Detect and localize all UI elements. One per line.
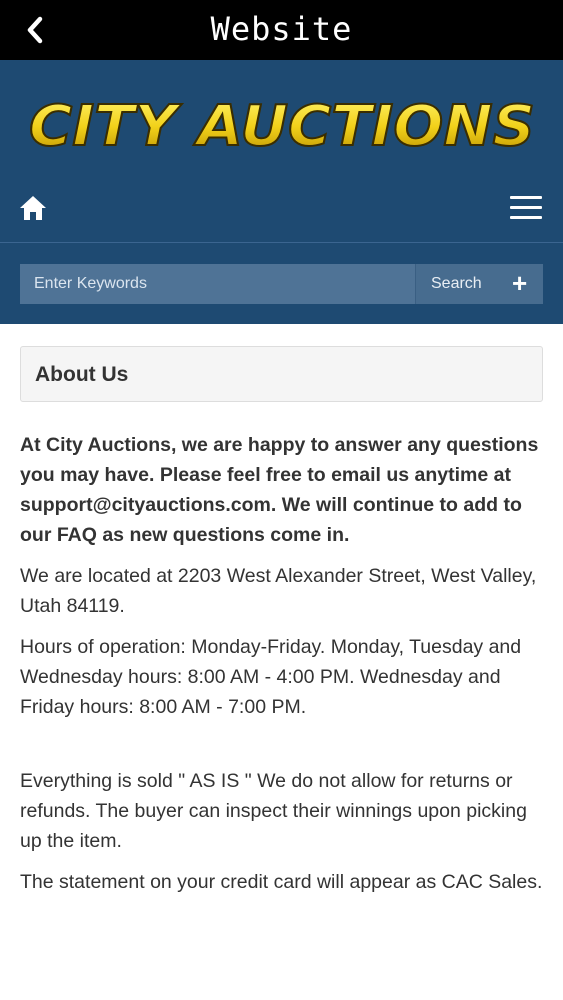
menu-line	[510, 206, 542, 209]
as-is-paragraph: Everything is sold " AS IS " We do not a…	[20, 770, 527, 852]
menu-line	[510, 196, 542, 199]
about-us-panel: About Us	[20, 346, 543, 402]
search-button[interactable]: Search +	[415, 264, 543, 304]
plus-icon: +	[512, 268, 528, 298]
about-content: At City Auctions, we are happy to answer…	[20, 430, 548, 908]
page-title: Website	[210, 10, 353, 48]
hamburger-menu-button[interactable]	[510, 196, 544, 222]
home-button[interactable]	[18, 194, 50, 224]
search-input[interactable]	[20, 264, 415, 304]
logo-text: CITY AUCTIONS	[29, 96, 535, 154]
hours-paragraph: Hours of operation: Monday-Friday. Monda…	[20, 636, 522, 718]
statement-paragraph: The statement on your credit card will a…	[20, 871, 543, 893]
city-auctions-logo[interactable]: CITY AUCTIONS	[26, 96, 538, 154]
top-bar: Website	[0, 0, 563, 60]
location-paragraph: We are located at 2203 West Alexander St…	[20, 565, 537, 617]
intro-paragraph: At City Auctions, we are happy to answer…	[20, 434, 539, 546]
search-button-label: Search	[431, 275, 482, 292]
home-icon	[20, 196, 46, 220]
header-divider	[0, 242, 563, 243]
panel-title: About Us	[35, 363, 129, 386]
menu-line	[510, 216, 542, 219]
